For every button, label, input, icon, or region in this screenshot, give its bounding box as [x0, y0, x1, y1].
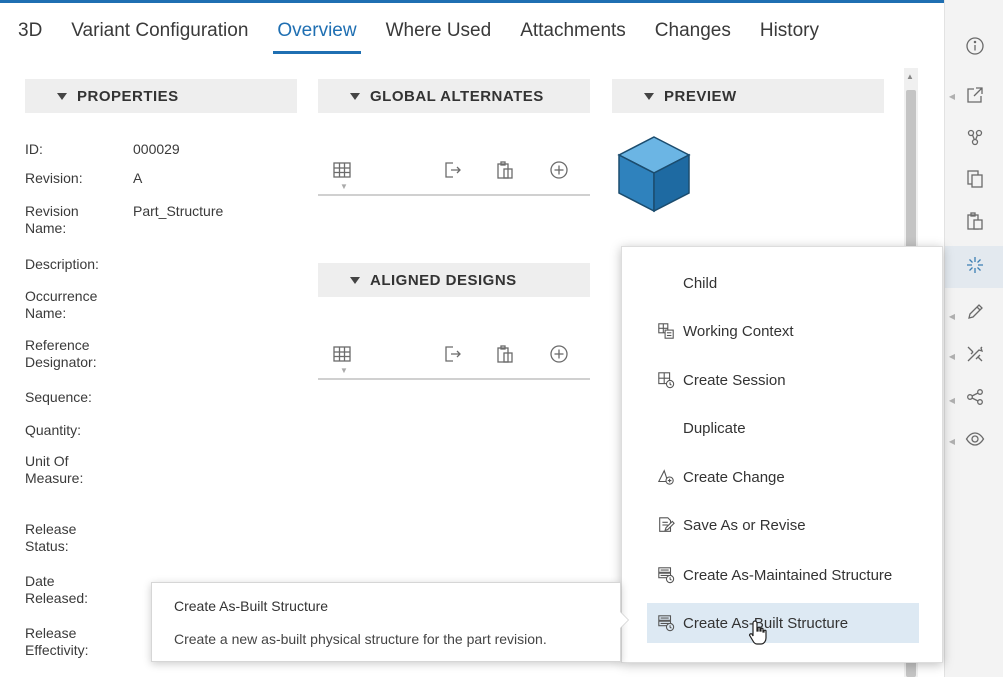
prop-value-id: 000029 [133, 141, 180, 157]
new-actions-menu: Child Working Context Create Session Dup… [621, 246, 943, 663]
prop-value-revision: A [133, 170, 143, 186]
copy-button[interactable] [945, 160, 1003, 202]
prop-label-release-status: Release Status: [25, 521, 77, 554]
prop-value-revision-name: Part_Structure [133, 203, 224, 219]
menu-item-working-context[interactable]: Working Context [647, 311, 919, 351]
structure-button[interactable] [945, 118, 1003, 160]
share-icon [965, 387, 985, 412]
collapse-triangle-icon [350, 92, 360, 100]
open-external-button[interactable] [945, 76, 1003, 118]
create-session-icon [655, 369, 677, 391]
hand-cursor-icon [748, 619, 770, 652]
edit-button[interactable] [945, 293, 1003, 335]
menu-item-create-session[interactable]: Create Session [647, 360, 919, 400]
tooltip-description: Create a new as-built physical structure… [174, 631, 547, 647]
paste-icon [965, 211, 985, 236]
menu-item-tooltip: Create As-Built Structure Create a new a… [151, 582, 621, 662]
blank-icon [655, 417, 677, 439]
chevron-down-icon[interactable]: ▼ [340, 366, 348, 375]
properties-section-header[interactable]: PROPERTIES [25, 79, 297, 113]
share-button[interactable] [945, 378, 1003, 420]
tab-bar: 3D Variant Configuration Overview Where … [14, 14, 844, 54]
menu-item-label: Create Change [683, 468, 785, 486]
menu-item-label: Duplicate [683, 419, 746, 437]
prop-label-description: Description: [25, 256, 99, 272]
copy-icon [965, 169, 985, 194]
prop-label-reference-designator: Reference Designator: [25, 337, 97, 370]
export-icon[interactable] [442, 344, 462, 369]
eye-icon [965, 429, 985, 454]
create-change-icon [655, 466, 677, 488]
menu-item-label: Child [683, 274, 718, 292]
tab-attachments[interactable]: Attachments [516, 14, 630, 54]
prop-label-revision: Revision: [25, 170, 83, 186]
preview-section-title: PREVIEW [664, 87, 737, 105]
prop-label-id: ID: [25, 141, 43, 157]
pencil-icon [965, 302, 985, 327]
global-alternates-section-header[interactable]: GLOBAL ALTERNATES [318, 79, 590, 113]
prop-label-sequence: Sequence: [25, 389, 92, 405]
structure-icon [965, 127, 985, 152]
tab-changes[interactable]: Changes [651, 14, 735, 54]
working-context-icon [655, 320, 677, 342]
tooltip-pointer [620, 612, 628, 628]
as-maintained-icon [655, 564, 677, 586]
global-alternates-section-title: GLOBAL ALTERNATES [370, 87, 544, 105]
paste-icon[interactable] [495, 160, 515, 185]
paste-button[interactable] [945, 202, 1003, 244]
export-icon[interactable] [442, 160, 462, 185]
menu-item-label: Save As or Revise [683, 516, 806, 534]
tab-variant-configuration[interactable]: Variant Configuration [67, 14, 252, 54]
scroll-up-arrow-icon[interactable]: ▲ [906, 72, 914, 81]
prop-label-occurrence-name: Occurrence Name: [25, 288, 98, 321]
global-alternates-toolbar: ▼ [318, 150, 590, 196]
paste-icon[interactable] [495, 344, 515, 369]
new-actions-button[interactable] [945, 246, 1003, 288]
menu-item-create-change[interactable]: Create Change [647, 457, 919, 497]
menu-item-create-as-maintained-structure[interactable]: Create As-Maintained Structure [647, 555, 919, 595]
tooltip-title: Create As-Built Structure [174, 598, 329, 614]
prop-label-quantity: Quantity: [25, 422, 82, 438]
tab-overview[interactable]: Overview [273, 14, 361, 54]
blank-icon [655, 272, 677, 294]
prop-label-date-released: Date Released: [25, 573, 89, 606]
view-button[interactable] [945, 420, 1003, 462]
tools-button[interactable] [945, 335, 1003, 377]
aligned-designs-toolbar: ▼ [318, 334, 590, 380]
menu-item-save-as-or-revise[interactable]: Save As or Revise [647, 505, 919, 545]
part-preview-cube[interactable] [616, 134, 692, 214]
open-external-icon [965, 85, 985, 110]
collapse-triangle-icon [644, 92, 654, 100]
prop-label-unit-of-measure: Unit Of Measure: [25, 453, 84, 486]
tab-history[interactable]: History [756, 14, 823, 54]
menu-item-label: Working Context [683, 322, 794, 340]
sparkle-icon [965, 255, 985, 280]
menu-item-duplicate[interactable]: Duplicate [647, 408, 919, 448]
tab-3d[interactable]: 3D [14, 14, 46, 54]
collapse-triangle-icon [350, 276, 360, 284]
preview-section-header[interactable]: PREVIEW [612, 79, 884, 113]
tools-icon [965, 344, 985, 369]
info-button[interactable] [945, 27, 1003, 69]
add-icon[interactable] [549, 160, 569, 185]
menu-item-label: Create Session [683, 371, 786, 389]
aligned-designs-section-title: ALIGNED DESIGNS [370, 271, 517, 289]
collapse-triangle-icon [57, 92, 67, 100]
menu-item-create-as-built-structure[interactable]: Create As-Built Structure [647, 603, 919, 643]
properties-section-title: PROPERTIES [77, 87, 179, 105]
add-icon[interactable] [549, 344, 569, 369]
as-built-icon [655, 612, 677, 634]
top-accent-bar [0, 0, 1003, 3]
aligned-designs-section-header[interactable]: ALIGNED DESIGNS [318, 263, 590, 297]
menu-item-child[interactable]: Child [647, 263, 919, 303]
info-icon [965, 36, 985, 61]
menu-item-label: Create As-Maintained Structure [683, 566, 893, 584]
chevron-down-icon[interactable]: ▼ [340, 182, 348, 191]
prop-label-revision-name: Revision Name: [25, 203, 79, 236]
tab-where-used[interactable]: Where Used [382, 14, 496, 54]
right-side-toolbar: ◀ ◀ ◀ ◀ ◀ ◀ [944, 0, 1003, 677]
prop-label-release-effectivity: Release Effectivity: [25, 625, 89, 658]
save-as-icon [655, 514, 677, 536]
